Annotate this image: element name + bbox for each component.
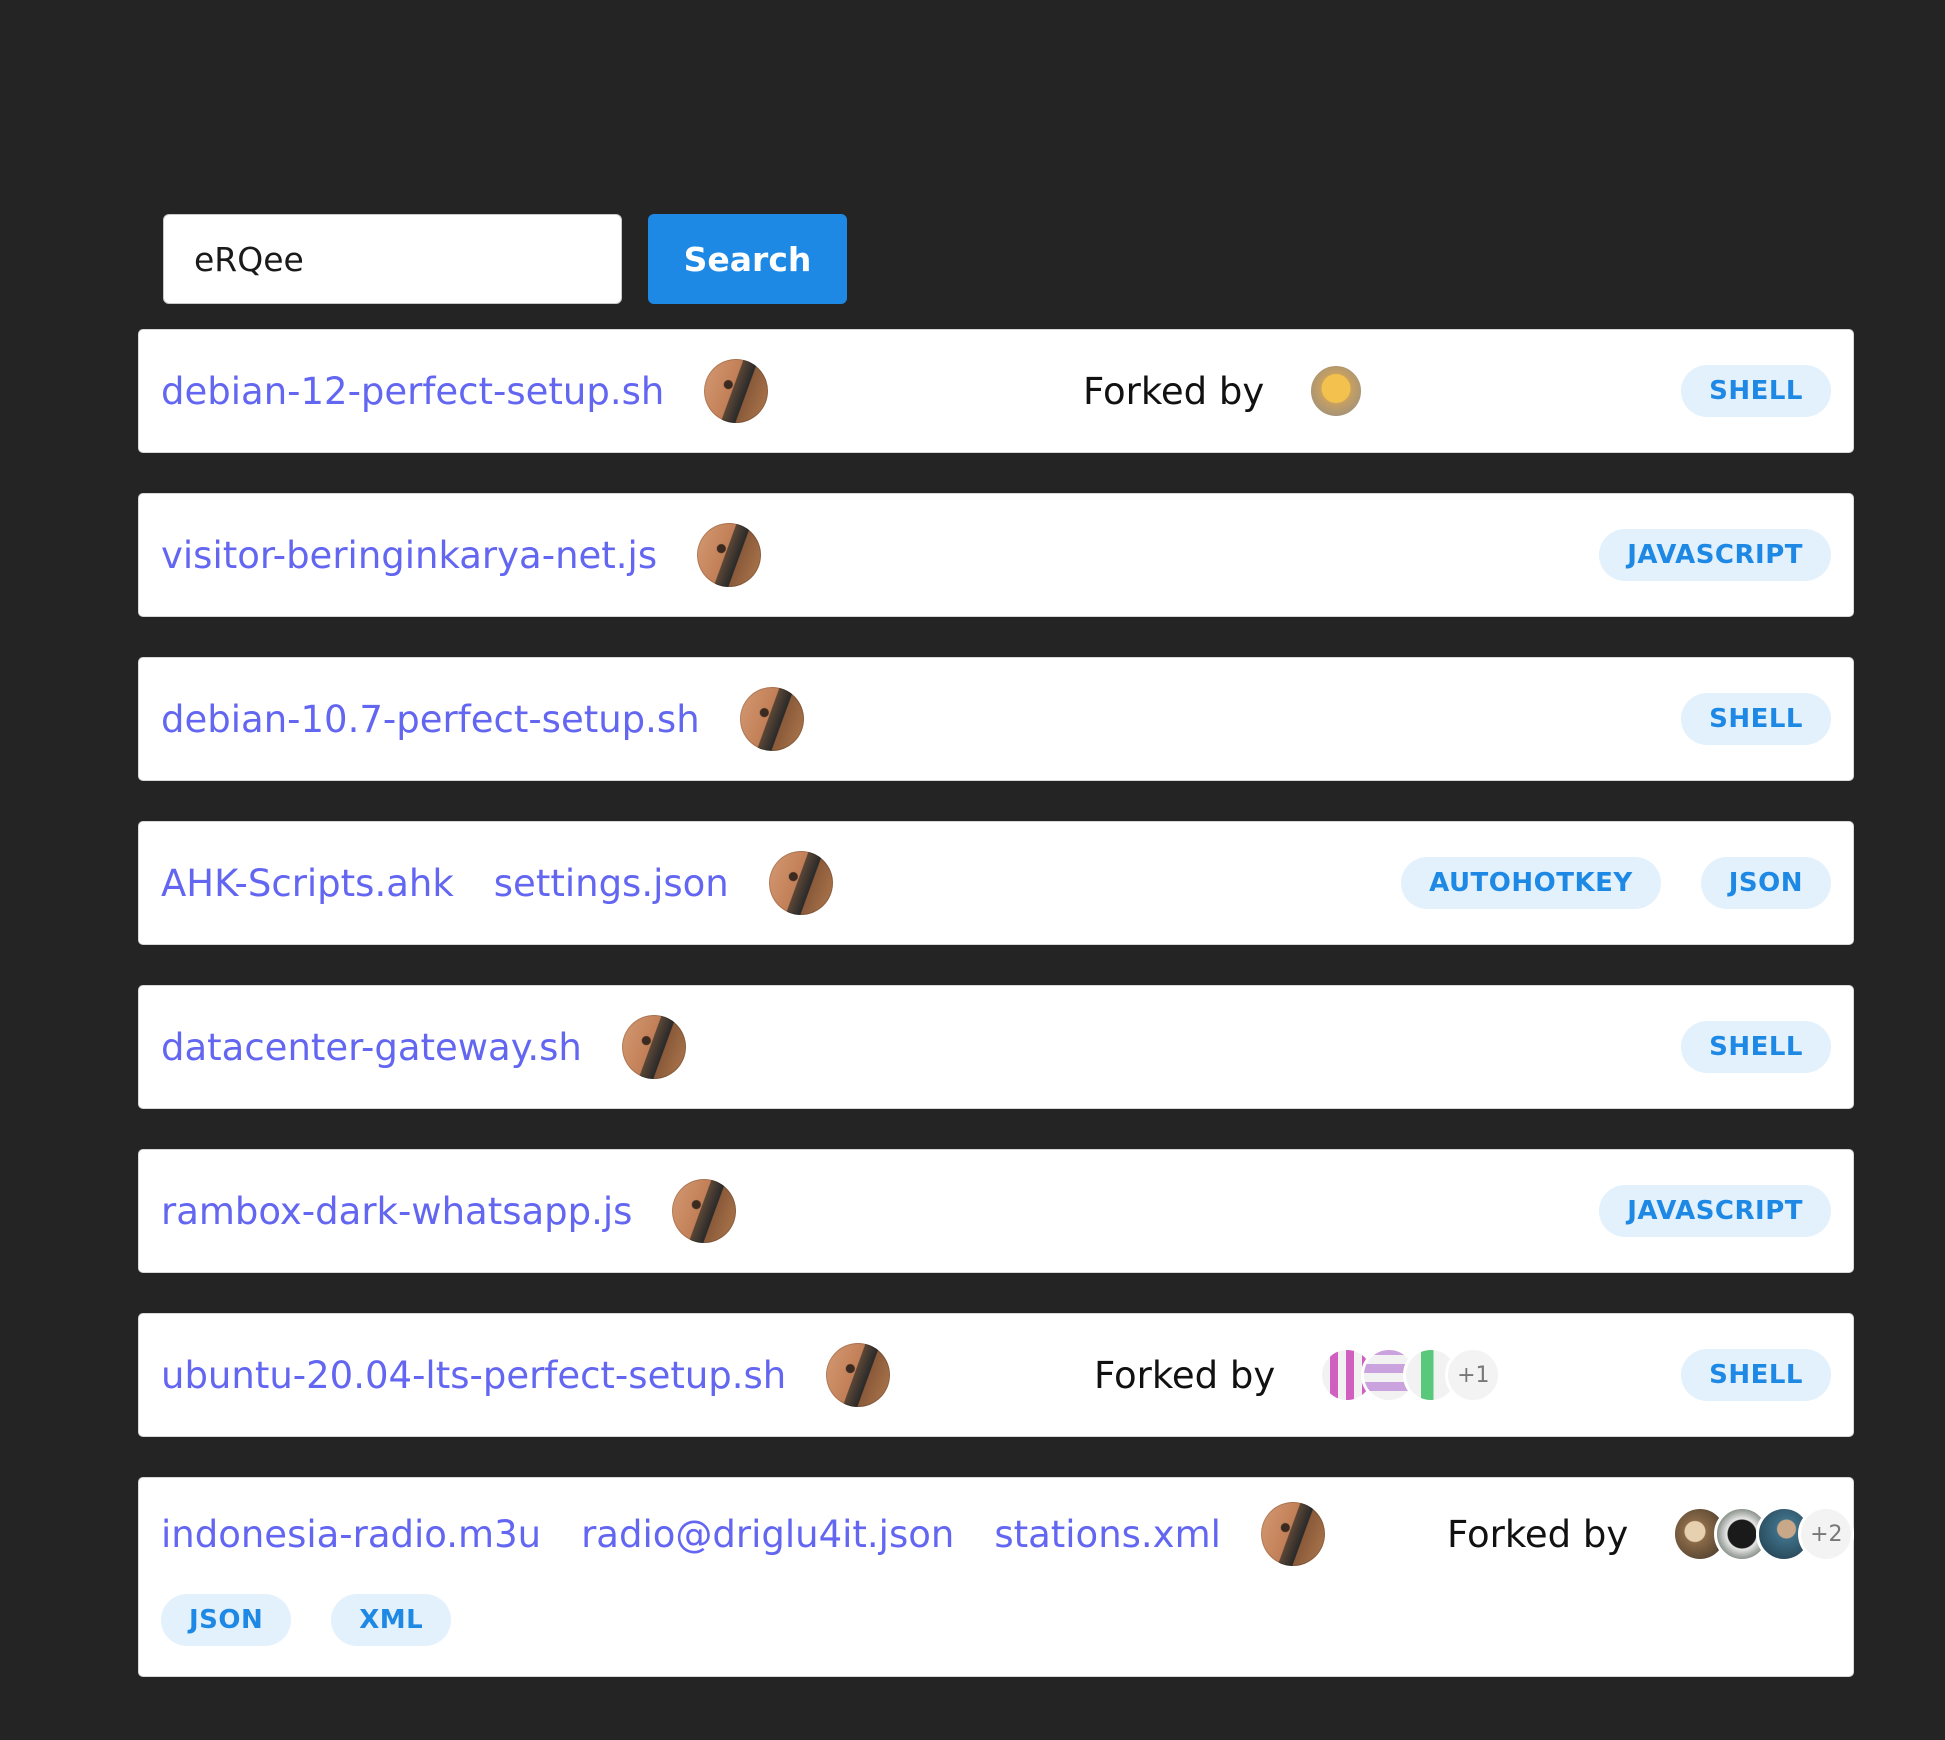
owner-avatar[interactable]: [621, 1015, 686, 1079]
language-tag[interactable]: AUTOHOTKEY: [1401, 857, 1661, 909]
owner-avatar[interactable]: [704, 359, 769, 423]
gist-card: rambox-dark-whatsapp.js JAVASCRIPT: [138, 1149, 1854, 1273]
language-tag[interactable]: SHELL: [1681, 1349, 1831, 1401]
gist-card: AHK-Scripts.ahk settings.json AUTOHOTKEY…: [138, 821, 1854, 945]
language-tags: SHELL: [1681, 1314, 1831, 1436]
owner-avatar[interactable]: [768, 851, 833, 915]
language-tag[interactable]: SHELL: [1681, 365, 1831, 417]
language-tags: JSON XML: [161, 1590, 1831, 1650]
gist-card: datacenter-gateway.sh SHELL: [138, 985, 1854, 1109]
file-link[interactable]: datacenter-gateway.sh: [161, 1026, 582, 1069]
file-link[interactable]: debian-12-perfect-setup.sh: [161, 370, 664, 413]
language-tags: JAVASCRIPT: [1599, 1150, 1831, 1272]
gist-card: debian-10.7-perfect-setup.sh SHELL: [138, 657, 1854, 781]
more-forkers-count[interactable]: +2: [1798, 1506, 1855, 1562]
search-bar: Search: [163, 214, 847, 304]
language-tags: SHELL: [1681, 330, 1831, 452]
owner-avatar[interactable]: [1260, 1502, 1325, 1566]
file-link[interactable]: AHK-Scripts.ahk: [161, 862, 454, 905]
gist-card: indonesia-radio.m3u radio@driglu4it.json…: [138, 1477, 1855, 1677]
file-link[interactable]: settings.json: [494, 862, 729, 905]
gist-card: debian-12-perfect-setup.sh Forked by SHE…: [138, 329, 1854, 453]
forked-by-section: Forked by: [1083, 330, 1365, 452]
owner-avatar[interactable]: [826, 1343, 891, 1407]
gist-card: ubuntu-20.04-lts-perfect-setup.sh Forked…: [138, 1313, 1854, 1437]
language-tag[interactable]: JAVASCRIPT: [1599, 1185, 1831, 1237]
forked-by-section: Forked by +1: [1094, 1314, 1502, 1436]
forked-by-label: Forked by: [1083, 369, 1265, 413]
more-forkers-count[interactable]: +1: [1445, 1347, 1502, 1403]
file-link[interactable]: radio@driglu4it.json: [581, 1513, 954, 1556]
file-link[interactable]: stations.xml: [994, 1513, 1221, 1556]
language-tag[interactable]: JSON: [161, 1594, 292, 1646]
language-tag[interactable]: JAVASCRIPT: [1599, 529, 1831, 581]
language-tags: SHELL: [1681, 658, 1831, 780]
forker-avatars: [1308, 363, 1365, 419]
forked-by-section: Forked by +2: [1447, 1478, 1855, 1590]
language-tag[interactable]: SHELL: [1681, 1021, 1831, 1073]
forked-by-label: Forked by: [1447, 1512, 1629, 1556]
language-tag[interactable]: SHELL: [1681, 693, 1831, 745]
forker-avatars: +1: [1319, 1347, 1502, 1403]
language-tag[interactable]: XML: [331, 1594, 452, 1646]
language-tags: JAVASCRIPT: [1599, 494, 1831, 616]
file-link[interactable]: debian-10.7-perfect-setup.sh: [161, 698, 700, 741]
language-tags: SHELL: [1681, 986, 1831, 1108]
file-link[interactable]: indonesia-radio.m3u: [161, 1513, 541, 1556]
search-input[interactable]: [163, 214, 622, 304]
file-link[interactable]: rambox-dark-whatsapp.js: [161, 1190, 632, 1233]
gist-list: debian-12-perfect-setup.sh Forked by SHE…: [138, 329, 1855, 1677]
forker-avatars: +2: [1672, 1506, 1855, 1562]
language-tag[interactable]: JSON: [1700, 857, 1831, 909]
search-button[interactable]: Search: [648, 214, 847, 304]
owner-avatar[interactable]: [739, 687, 804, 751]
file-link[interactable]: visitor-beringinkarya-net.js: [161, 534, 657, 577]
forker-avatar[interactable]: [1308, 363, 1365, 419]
gist-card: visitor-beringinkarya-net.js JAVASCRIPT: [138, 493, 1854, 617]
owner-avatar[interactable]: [672, 1179, 737, 1243]
forked-by-label: Forked by: [1094, 1353, 1276, 1397]
owner-avatar[interactable]: [697, 523, 762, 587]
language-tags: AUTOHOTKEY JSON: [1401, 822, 1831, 944]
file-link[interactable]: ubuntu-20.04-lts-perfect-setup.sh: [161, 1354, 786, 1397]
